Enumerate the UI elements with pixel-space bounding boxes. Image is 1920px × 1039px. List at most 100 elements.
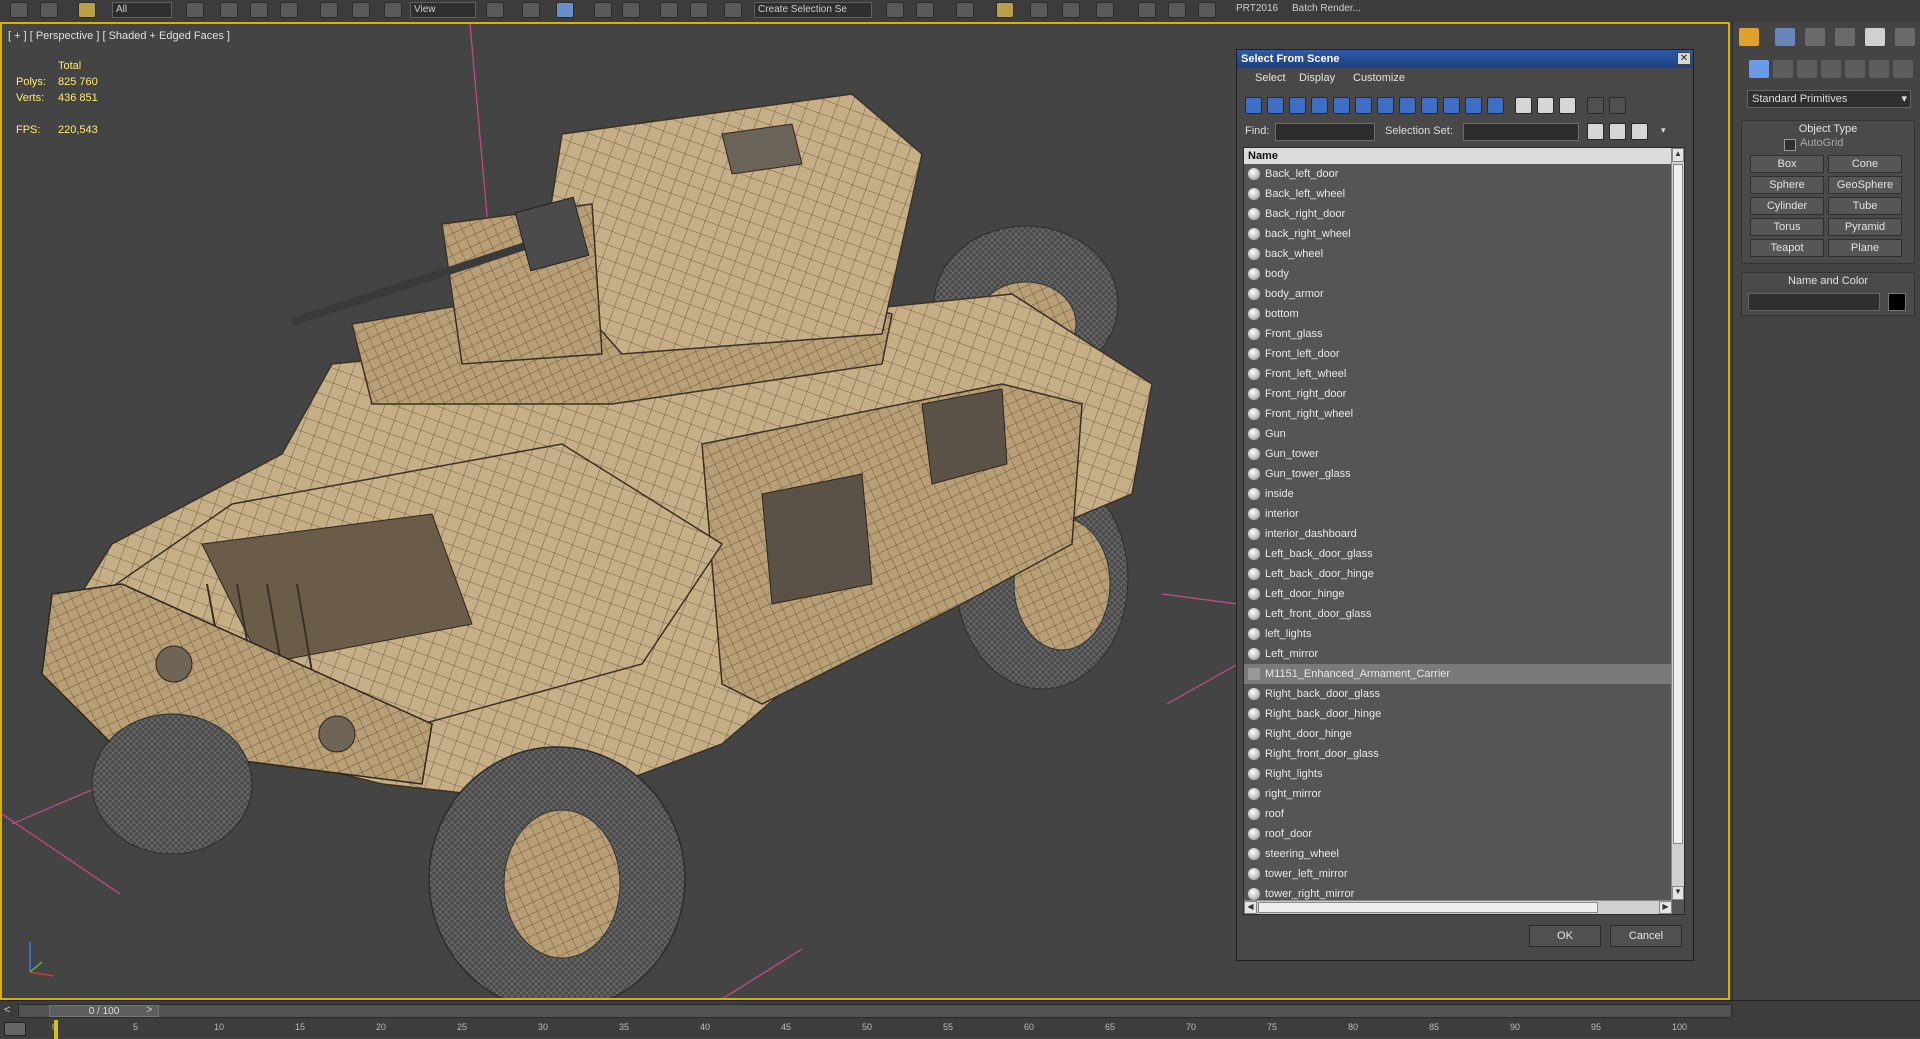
name-column-header[interactable]: Name	[1244, 148, 1672, 164]
systems-category-icon[interactable]	[1893, 60, 1913, 78]
display-cameras-icon[interactable]	[1311, 97, 1328, 114]
bind-spacewarp-icon[interactable]	[78, 2, 96, 18]
time-slider[interactable]: 0 / 100	[18, 1004, 1732, 1018]
list-item[interactable]: back_right_wheel	[1244, 224, 1672, 244]
vertical-scrollbar[interactable]: ▲ ▼	[1671, 148, 1684, 900]
scale-icon[interactable]	[384, 2, 402, 18]
primitive-category-dropdown[interactable]: Standard Primitives ▾	[1747, 90, 1911, 108]
helpers-category-icon[interactable]	[1845, 60, 1865, 78]
teapot-button[interactable]: Teapot	[1750, 239, 1824, 257]
select-by-name-icon[interactable]	[220, 2, 238, 18]
plane-button[interactable]: Plane	[1828, 239, 1902, 257]
lights-category-icon[interactable]	[1797, 60, 1817, 78]
list-item[interactable]: Right_back_door_hinge	[1244, 704, 1672, 724]
dialog-title[interactable]: Select From Scene	[1237, 50, 1693, 68]
create-tab-icon[interactable]	[1739, 28, 1759, 46]
filter-options-icon[interactable]	[1609, 97, 1626, 114]
display-frozen-icon[interactable]	[1465, 97, 1482, 114]
list-item[interactable]: back_wheel	[1244, 244, 1672, 264]
list-item[interactable]: right_mirror	[1244, 784, 1672, 804]
keyboard-shortcut-override-icon[interactable]	[556, 2, 574, 18]
move-icon[interactable]	[320, 2, 338, 18]
time-slider-thumb[interactable]: 0 / 100	[49, 1005, 159, 1017]
cylinder-button[interactable]: Cylinder	[1750, 197, 1824, 215]
invert-display-icon[interactable]	[1559, 97, 1576, 114]
track-bar[interactable]: 0 5 10 15 20 25 30 35 40 45 50 55 60 65 70 75 80 85 90 95 10…	[0, 1020, 1730, 1039]
scroll-right-icon[interactable]: ▶	[1659, 901, 1672, 914]
list-item[interactable]: inside	[1244, 484, 1672, 504]
spinner-snap-icon[interactable]	[690, 2, 708, 18]
list-item[interactable]: Front_right_door	[1244, 384, 1672, 404]
list-item[interactable]: Right_back_door_glass	[1244, 684, 1672, 704]
filter-icon[interactable]	[1587, 97, 1604, 114]
horizontal-scroll-thumb[interactable]	[1258, 902, 1598, 913]
ok-button[interactable]: OK	[1529, 925, 1601, 947]
graphite-tools-icon[interactable]	[996, 2, 1014, 18]
horizontal-scrollbar[interactable]: ◀ ▶	[1244, 900, 1672, 914]
modify-tab-icon[interactable]	[1775, 28, 1795, 46]
list-item[interactable]: Left_front_door_glass	[1244, 604, 1672, 624]
list-item[interactable]: steering_wheel	[1244, 844, 1672, 864]
prev-frame-button[interactable]: <	[4, 1004, 10, 1016]
list-item[interactable]: body	[1244, 264, 1672, 284]
mirror-icon[interactable]	[886, 2, 904, 18]
render-production-icon[interactable]	[1198, 2, 1216, 18]
list-item[interactable]: bottom	[1244, 304, 1672, 324]
unlink-icon[interactable]	[40, 2, 58, 18]
list-item[interactable]: Right_front_door_glass	[1244, 744, 1672, 764]
selection-set-dropdown[interactable]	[1463, 123, 1579, 141]
display-xrefs-icon[interactable]	[1399, 97, 1416, 114]
close-icon[interactable]: ✕	[1677, 52, 1691, 65]
edit-named-selection-icon[interactable]	[724, 2, 742, 18]
trackbar-menu-icon[interactable]	[4, 1022, 26, 1036]
cameras-category-icon[interactable]	[1821, 60, 1841, 78]
display-helpers-icon[interactable]	[1333, 97, 1350, 114]
cone-button[interactable]: Cone	[1828, 155, 1902, 173]
list-item[interactable]: interior_dashboard	[1244, 524, 1672, 544]
object-name-input[interactable]	[1748, 293, 1880, 311]
display-tab-icon[interactable]	[1865, 28, 1885, 46]
scroll-down-icon[interactable]: ▼	[1672, 886, 1684, 900]
display-lights-icon[interactable]	[1289, 97, 1306, 114]
list-item[interactable]: interior	[1244, 504, 1672, 524]
viewport-label[interactable]: [ + ] [ Perspective ] [ Shaded + Edged F…	[8, 30, 230, 42]
box-button[interactable]: Box	[1750, 155, 1824, 173]
display-all-icon[interactable]	[1515, 97, 1532, 114]
list-item[interactable]: Back_right_door	[1244, 204, 1672, 224]
list-item[interactable]: tower_left_mirror	[1244, 864, 1672, 884]
material-editor-icon[interactable]	[1096, 2, 1114, 18]
select-and-manipulate-icon[interactable]	[522, 2, 540, 18]
list-item[interactable]: left_lights	[1244, 624, 1672, 644]
list-item[interactable]: Left_back_door_glass	[1244, 544, 1672, 564]
menu-customize[interactable]: Customize	[1353, 72, 1405, 84]
vertical-scroll-thumb[interactable]	[1673, 164, 1683, 844]
display-spacewarps-icon[interactable]	[1355, 97, 1372, 114]
percent-snap-icon[interactable]	[660, 2, 678, 18]
display-none-icon[interactable]	[1537, 97, 1554, 114]
list-item[interactable]: M1151_Enhanced_Armament_Carrier	[1244, 664, 1672, 684]
list-item[interactable]: Back_left_door	[1244, 164, 1672, 184]
pyramid-button[interactable]: Pyramid	[1828, 218, 1902, 236]
curve-editor-icon[interactable]	[1030, 2, 1048, 18]
display-bones-icon[interactable]	[1421, 97, 1438, 114]
list-item[interactable]: Left_mirror	[1244, 644, 1672, 664]
find-input[interactable]	[1275, 123, 1375, 141]
torus-button[interactable]: Torus	[1750, 218, 1824, 236]
window-crossing-icon[interactable]	[280, 2, 298, 18]
list-item[interactable]: roof_door	[1244, 824, 1672, 844]
display-hidden-icon[interactable]	[1487, 97, 1504, 114]
rotate-icon[interactable]	[352, 2, 370, 18]
list-item[interactable]: Left_back_door_hinge	[1244, 564, 1672, 584]
scroll-up-icon[interactable]: ▲	[1672, 148, 1684, 162]
display-shapes-icon[interactable]	[1267, 97, 1284, 114]
menu-display[interactable]: Display	[1299, 72, 1335, 84]
render-setup-icon[interactable]	[1138, 2, 1156, 18]
hierarchy-tab-icon[interactable]	[1805, 28, 1825, 46]
cancel-button[interactable]: Cancel	[1610, 925, 1682, 947]
angle-snap-icon[interactable]	[622, 2, 640, 18]
align-icon[interactable]	[916, 2, 934, 18]
utilities-tab-icon[interactable]	[1895, 28, 1915, 46]
select-object-icon[interactable]	[186, 2, 204, 18]
list-item[interactable]: Gun_tower_glass	[1244, 464, 1672, 484]
select-invert-icon[interactable]	[1631, 123, 1648, 140]
